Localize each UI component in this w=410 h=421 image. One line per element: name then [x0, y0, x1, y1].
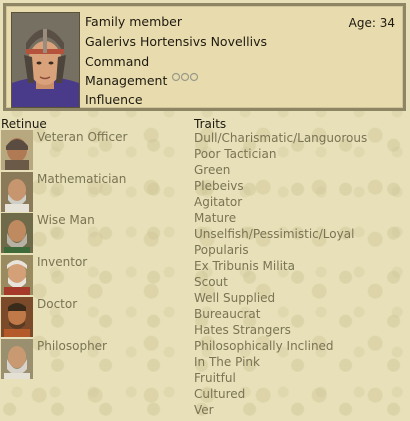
retinue-heading: Retinue — [1, 117, 47, 131]
retinue-label: Inventor — [37, 255, 88, 269]
retinue-label: Veteran Officer — [37, 130, 128, 144]
character-age: Age: 34 — [348, 16, 395, 30]
trait-item[interactable]: Ex Tribunis Milita — [194, 259, 295, 273]
retinue-label: Philosopher — [37, 339, 107, 353]
trait-item[interactable]: Well Supplied — [194, 291, 275, 305]
trait-item[interactable]: Scout — [194, 275, 228, 289]
veteran-officer-portrait-icon — [1, 130, 33, 170]
trait-item[interactable]: Mature — [194, 211, 236, 225]
trait-item[interactable]: Hates Strangers — [194, 323, 291, 337]
stat-influence[interactable]: Influence — [85, 92, 143, 107]
management-laurel-stars-icon — [171, 72, 199, 82]
trait-item[interactable]: Cultured — [194, 387, 245, 401]
trait-item[interactable]: Philosophically Inclined — [194, 339, 334, 353]
retinue-label: Mathematician — [37, 172, 127, 186]
trait-item[interactable]: Green — [194, 163, 230, 177]
philosopher-portrait-icon — [1, 339, 33, 379]
trait-item[interactable]: Plebeivs — [194, 179, 244, 193]
retinue-label: Wise Man — [37, 213, 95, 227]
trait-item[interactable]: Ver — [194, 403, 214, 417]
doctor-portrait-icon — [1, 297, 33, 337]
trait-item[interactable]: Fruitful — [194, 371, 236, 385]
wise-man-portrait-icon — [1, 213, 33, 253]
retinue-label: Doctor — [37, 297, 78, 311]
trait-item[interactable]: Dull/Charismatic/Languorous — [194, 131, 367, 145]
stat-management[interactable]: Management — [85, 73, 167, 88]
trait-item[interactable]: Unselfish/Pessimistic/Loyal — [194, 227, 354, 241]
inventor-portrait-icon — [1, 255, 33, 295]
character-header-panel: Family member Age: 34 Galerivs Hortensiv… — [3, 3, 406, 111]
roman-helmet-portrait-icon — [12, 13, 79, 107]
stat-command[interactable]: Command — [85, 54, 149, 69]
character-name: Galerivs Hortensivs Novellivs — [85, 34, 267, 49]
character-portrait[interactable] — [11, 12, 80, 108]
mathematician-portrait-icon — [1, 172, 33, 212]
trait-item[interactable]: Popularis — [194, 243, 249, 257]
trait-item[interactable]: Bureaucrat — [194, 307, 260, 321]
traits-heading: Traits — [194, 117, 227, 131]
trait-item[interactable]: In The Pink — [194, 355, 260, 369]
trait-item[interactable]: Poor Tactician — [194, 147, 276, 161]
trait-item[interactable]: Agitator — [194, 195, 242, 209]
character-title: Family member — [85, 14, 183, 29]
